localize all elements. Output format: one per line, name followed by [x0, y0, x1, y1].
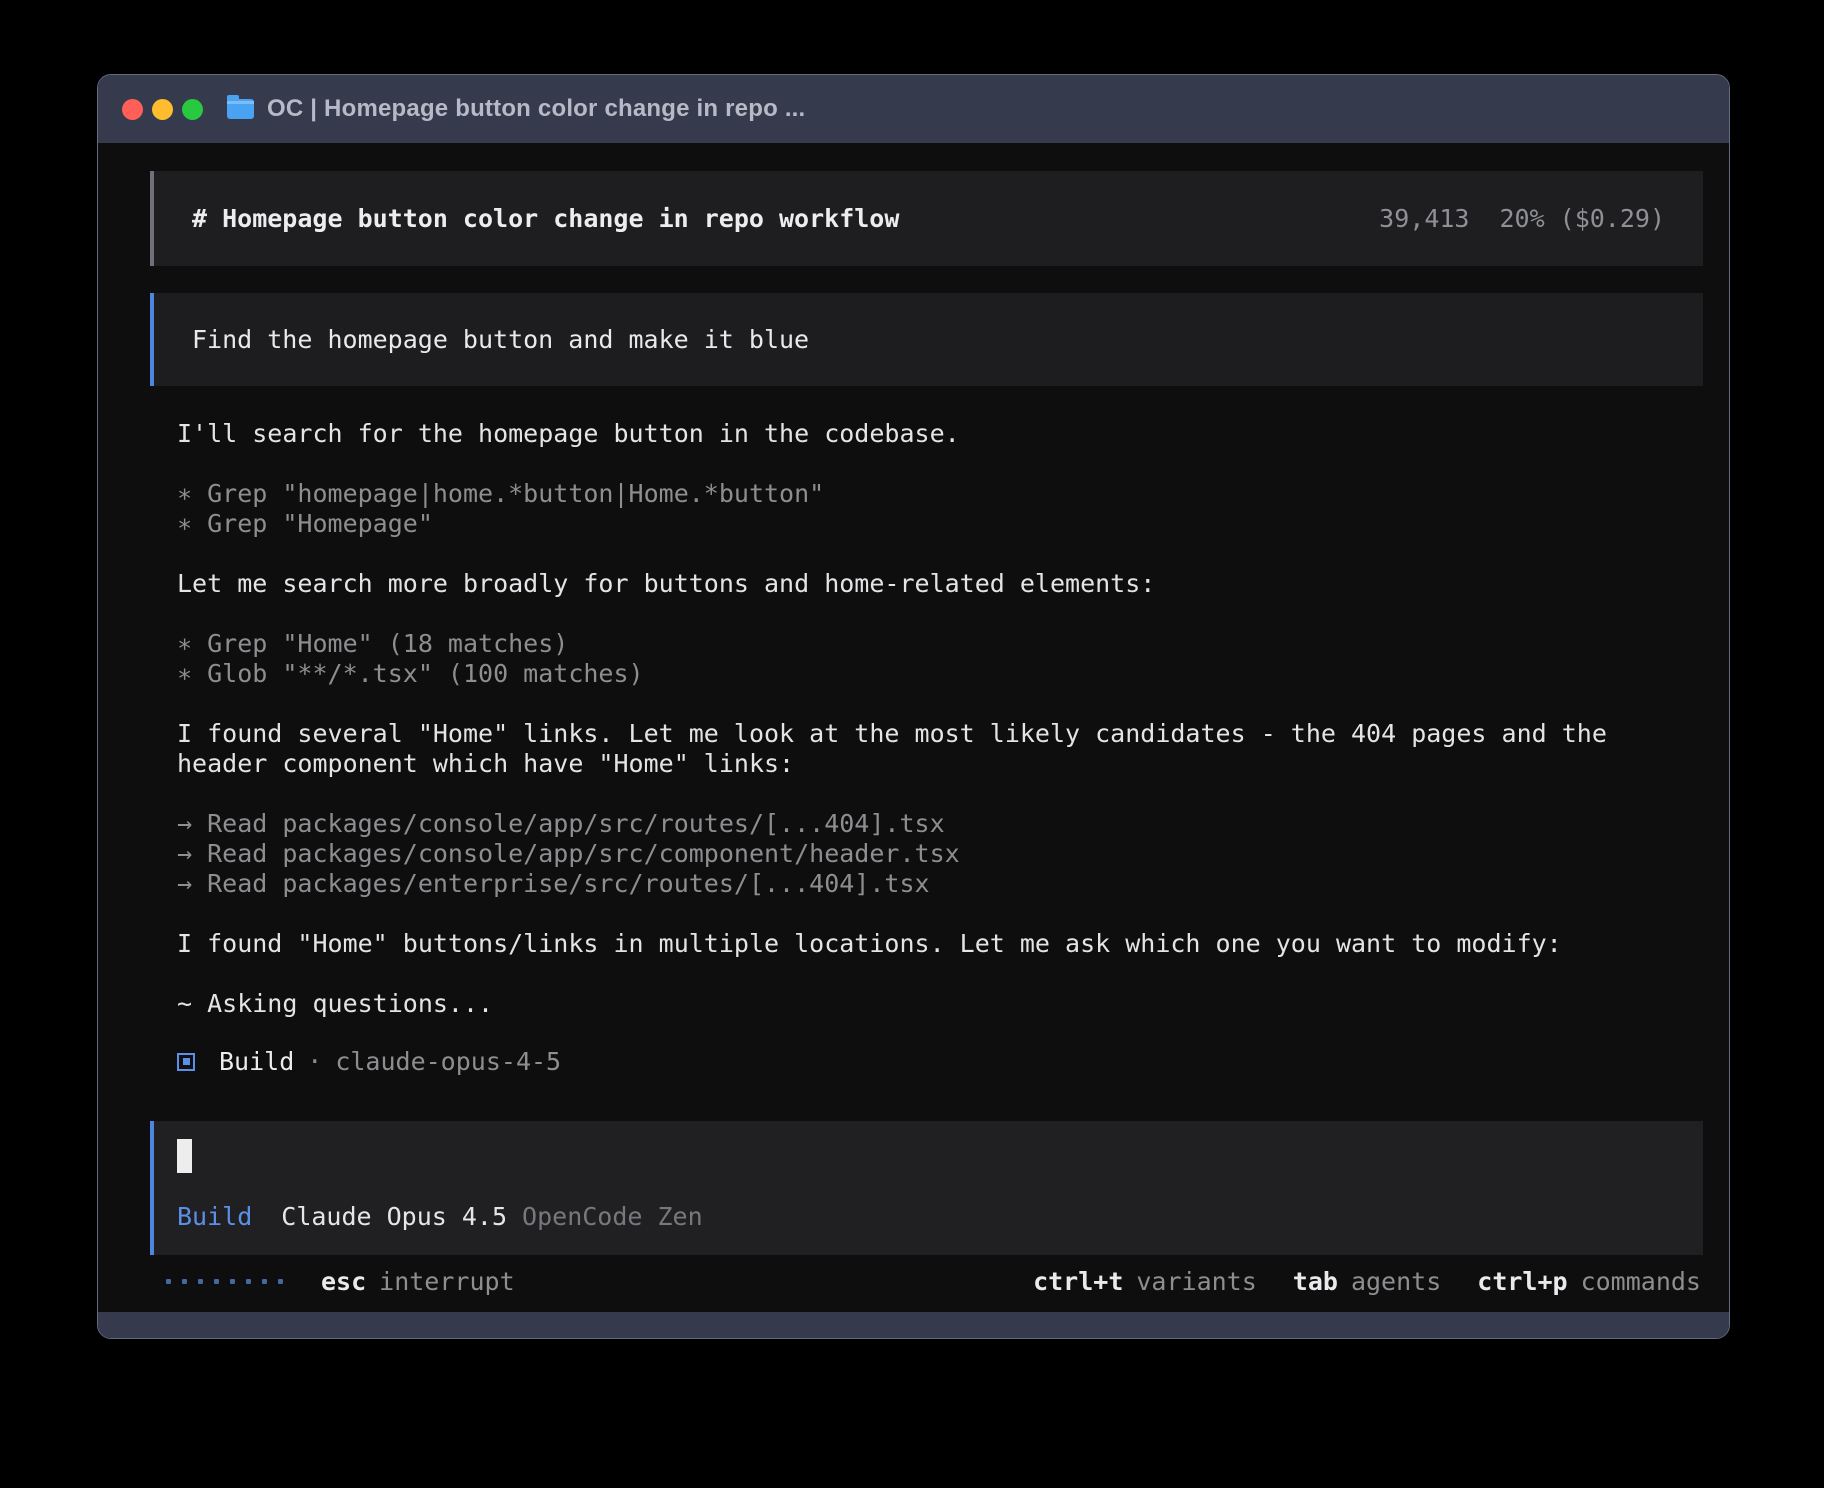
traffic-lights [122, 99, 203, 120]
agent-status-row: Build · claude-opus-4-5 [177, 1047, 1703, 1076]
session-header: # Homepage button color change in repo w… [150, 171, 1703, 266]
window-bottom-band [98, 1312, 1729, 1338]
assistant-transcript: I'll search for the homepage button in t… [177, 419, 1689, 1019]
folder-icon [227, 99, 254, 119]
tool-call-read: → Read packages/enterprise/src/routes/[.… [177, 869, 1689, 899]
tool-call-read: → Read packages/console/app/src/routes/[… [177, 809, 1689, 839]
tool-call-grep: ∗ Grep "homepage|home.*button|Home.*butt… [177, 479, 1689, 509]
prompt-input[interactable]: Build Claude Opus 4.5 OpenCode Zen [150, 1121, 1703, 1255]
working-spinner-dots [166, 1279, 283, 1284]
text-cursor [177, 1139, 192, 1173]
asking-questions-status: ~ Asking questions... [177, 989, 1689, 1019]
session-stats: 39,413 20% ($0.29) [1379, 204, 1665, 233]
window-titlebar[interactable]: OC | Homepage button color change in rep… [98, 75, 1729, 143]
agent-name: Build [219, 1047, 294, 1076]
user-message-text: Find the homepage button and make it blu… [192, 325, 809, 354]
status-right: ctrl+t variants tab agents ctrl+p comman… [997, 1267, 1701, 1296]
status-bar: esc interrupt ctrl+t variants tab agents… [150, 1255, 1703, 1312]
tool-call-grep: ∗ Grep "Home" (18 matches) [177, 629, 1689, 659]
session-title: # Homepage button color change in repo w… [192, 204, 899, 233]
window-title: OC | Homepage button color change in rep… [267, 95, 805, 123]
agent-mode-icon [177, 1053, 195, 1071]
input-agent-label[interactable]: Build [177, 1202, 252, 1231]
hint-commands: ctrl+p commands [1477, 1267, 1701, 1296]
assistant-text-line: I found "Home" buttons/links in multiple… [177, 929, 1689, 959]
terminal-window: OC | Homepage button color change in rep… [97, 74, 1730, 1339]
esc-key-hint: esc [321, 1267, 366, 1296]
hint-variants: ctrl+t variants [1033, 1267, 1257, 1296]
interrupt-label: interrupt [379, 1267, 514, 1296]
terminal-content: # Homepage button color change in repo w… [98, 143, 1729, 1312]
agent-separator: · [307, 1047, 322, 1076]
input-provider-label: OpenCode Zen [522, 1202, 703, 1231]
zoom-button-icon[interactable] [182, 99, 203, 120]
session-cost: ($0.29) [1560, 204, 1665, 233]
tool-call-glob: ∗ Glob "**/*.tsx" (100 matches) [177, 659, 1689, 689]
assistant-text-line: I'll search for the homepage button in t… [177, 419, 1689, 449]
tool-call-grep: ∗ Grep "Homepage" [177, 509, 1689, 539]
input-model-label[interactable]: Claude Opus 4.5 [281, 1202, 507, 1231]
input-meta-row: Build Claude Opus 4.5 OpenCode Zen [177, 1202, 1679, 1231]
assistant-text-line: Let me search more broadly for buttons a… [177, 569, 1689, 599]
hint-agents: tab agents [1293, 1267, 1441, 1296]
minimize-button-icon[interactable] [152, 99, 173, 120]
token-count: 39,413 [1379, 204, 1469, 233]
close-button-icon[interactable] [122, 99, 143, 120]
tool-call-read: → Read packages/console/app/src/componen… [177, 839, 1689, 869]
status-left: esc interrupt [166, 1267, 515, 1296]
user-message: Find the homepage button and make it blu… [150, 293, 1703, 386]
agent-model: claude-opus-4-5 [335, 1047, 561, 1076]
assistant-text-line: I found several "Home" links. Let me loo… [177, 719, 1689, 779]
context-percent: 20% [1499, 204, 1544, 233]
